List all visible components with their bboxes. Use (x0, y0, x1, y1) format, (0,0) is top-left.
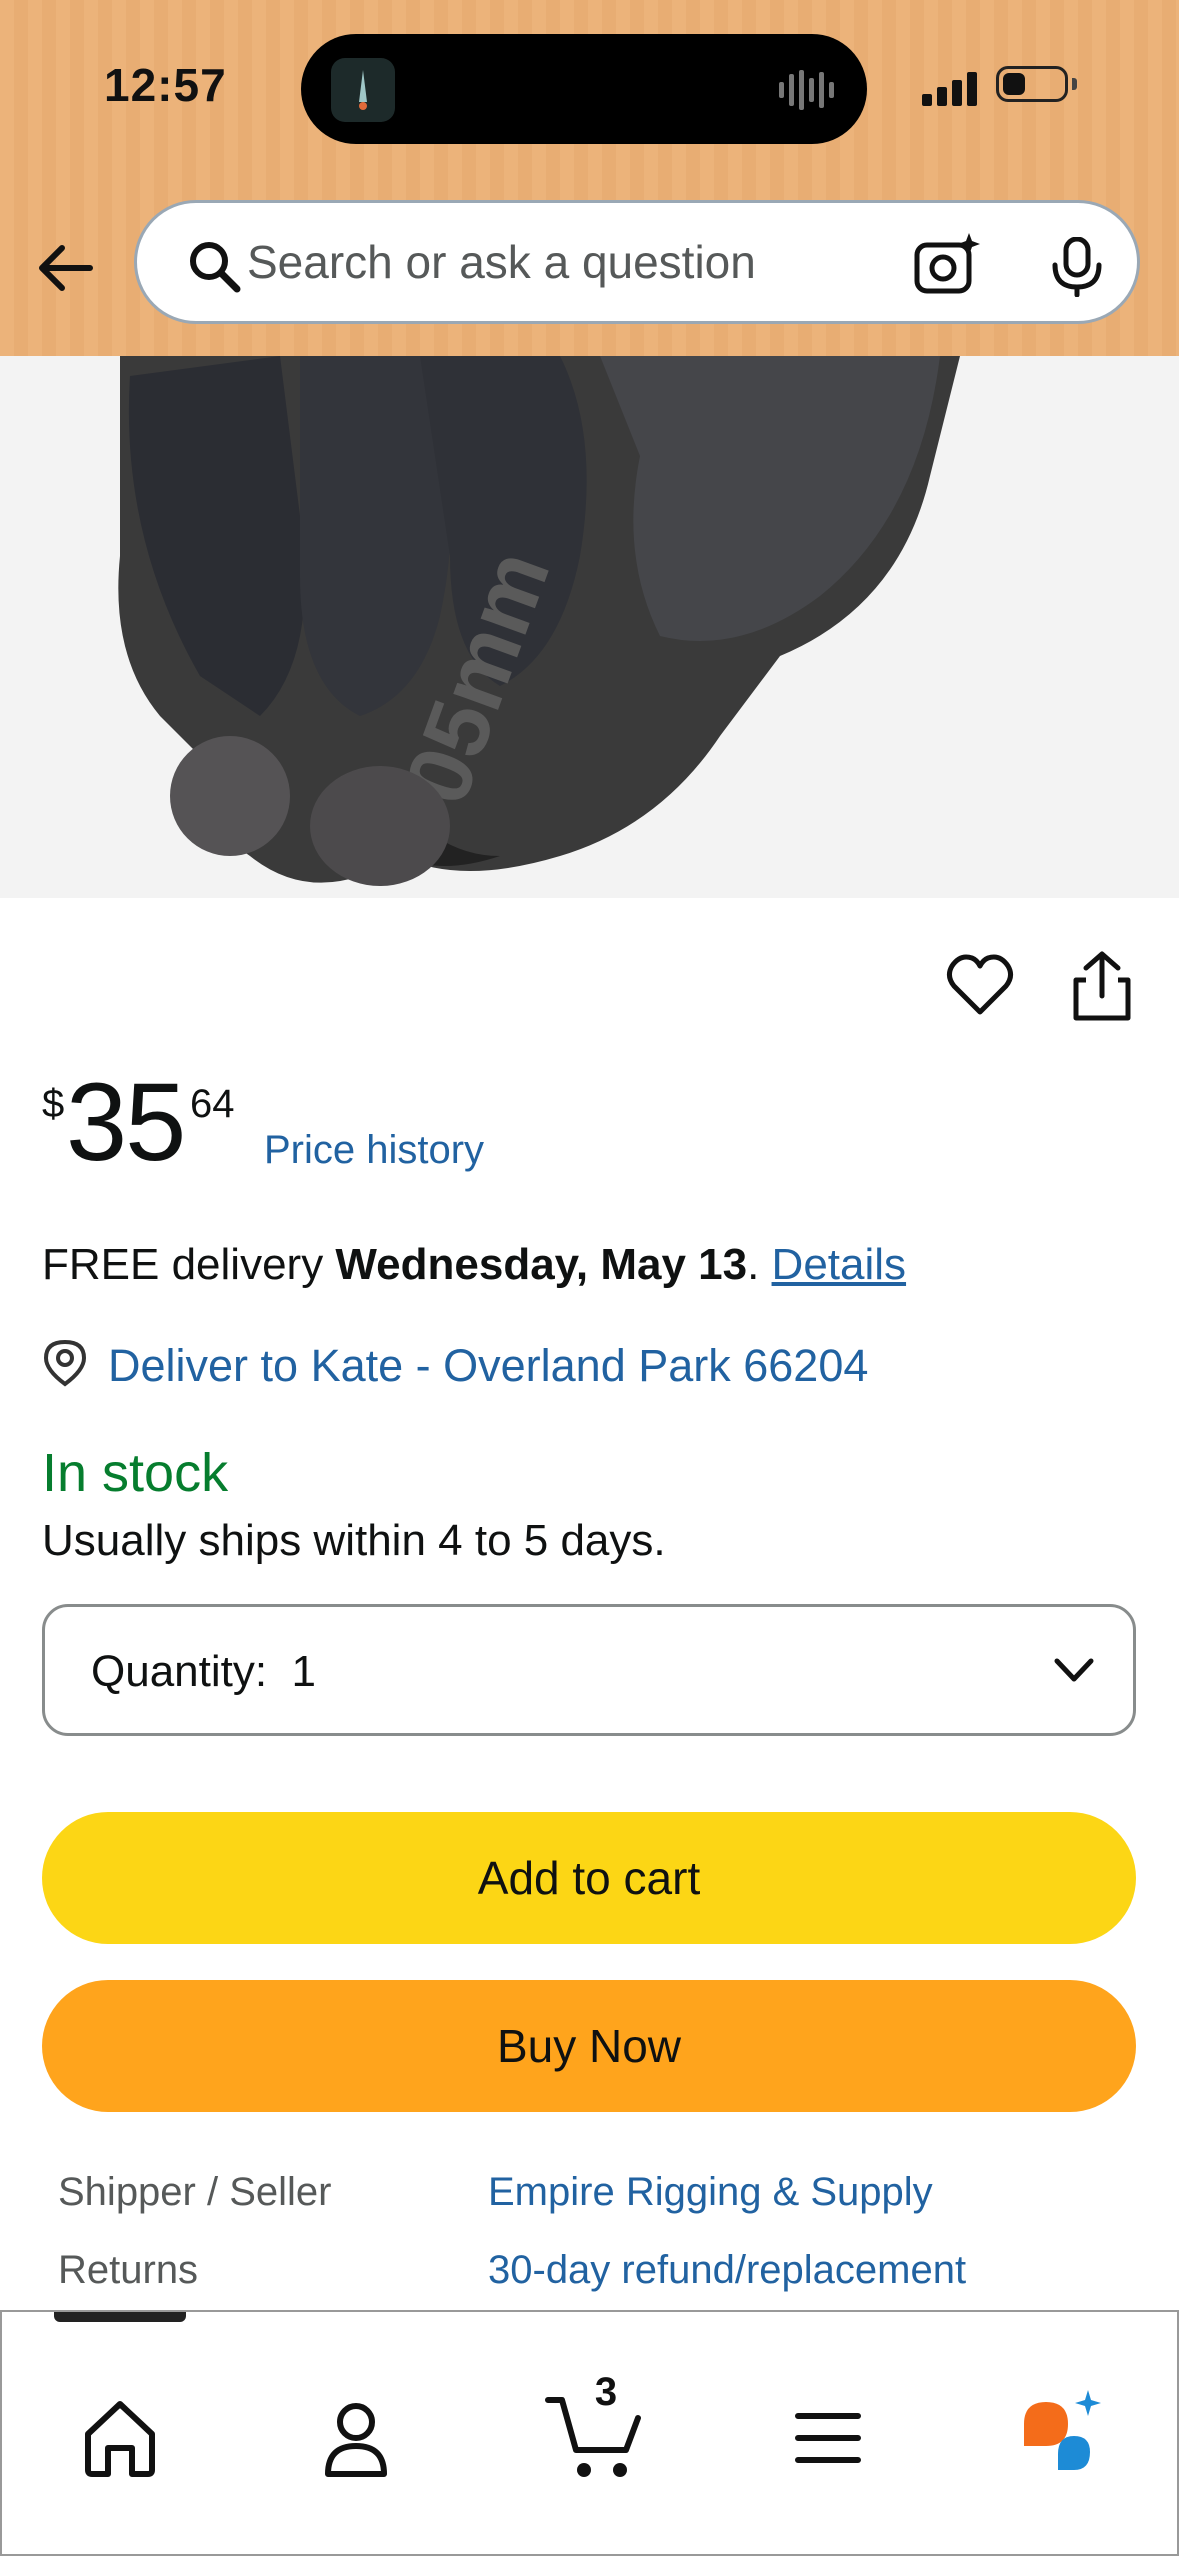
microphone-icon[interactable] (1049, 237, 1105, 297)
account-icon[interactable] (308, 2390, 404, 2486)
audio-wave-icon (779, 70, 834, 110)
returns-label: Returns (58, 2248, 199, 2292)
rufus-assistant-icon[interactable] (1014, 2384, 1110, 2480)
cart-count-badge: 3 (594, 2370, 618, 2414)
share-icon[interactable] (1070, 950, 1134, 1022)
island-app-icon (331, 58, 395, 122)
stock-status: In stock (42, 1443, 229, 1503)
header-bar: 12:57 (0, 0, 1179, 356)
price-whole: 35 (66, 1061, 186, 1184)
bottom-navigation: 3 (0, 2310, 1179, 2556)
search-icon (190, 242, 241, 293)
status-time: 12:57 (104, 59, 227, 111)
delivery-suffix: . (747, 1240, 772, 1289)
delivery-date: Wednesday, May 13 (335, 1240, 748, 1289)
delivery-info: FREE delivery Wednesday, May 13. Details (42, 1240, 906, 1290)
deliver-to-link[interactable]: Deliver to Kate - Overland Park 66204 (108, 1340, 868, 1392)
quantity-value: 1 (291, 1647, 317, 1696)
battery-level (1003, 73, 1025, 95)
dynamic-island (301, 34, 867, 144)
search-input[interactable] (247, 229, 887, 295)
battery-icon (996, 66, 1068, 102)
active-tab-indicator (54, 2312, 186, 2322)
back-arrow-icon[interactable] (34, 236, 98, 300)
battery-nub (1072, 78, 1077, 90)
delivery-details-link[interactable]: Details (772, 1240, 907, 1289)
camera-search-icon[interactable] (913, 231, 981, 297)
search-bar[interactable] (134, 200, 1140, 324)
buy-now-button[interactable]: Buy Now (42, 1980, 1136, 2112)
cart-button[interactable]: 3 (542, 2370, 652, 2490)
wishlist-heart-icon[interactable] (946, 952, 1014, 1020)
quantity-dropdown[interactable]: Quantity: 1 (42, 1604, 1136, 1736)
price-fraction: 64 (190, 1082, 235, 1126)
price-currency: $ (42, 1082, 65, 1126)
delivery-prefix: FREE delivery (42, 1240, 336, 1289)
glove-image: 05mm (0, 356, 1179, 898)
chevron-down-icon (1054, 1658, 1094, 1682)
quantity-label: Quantity: (91, 1647, 268, 1696)
shipping-note: Usually ships within 4 to 5 days. (42, 1516, 666, 1565)
home-icon[interactable] (72, 2390, 168, 2486)
location-pin-icon (43, 1339, 87, 1387)
shipper-seller-label: Shipper / Seller (58, 2170, 332, 2214)
returns-link[interactable]: 30-day refund/replacement (488, 2248, 966, 2293)
quantity-text: Quantity: 1 (91, 1647, 316, 1697)
signal-icon (922, 72, 977, 106)
product-image[interactable]: 05mm (0, 356, 1179, 898)
menu-icon[interactable] (780, 2390, 876, 2486)
add-to-cart-button[interactable]: Add to cart (42, 1812, 1136, 1944)
price-history-link[interactable]: Price history (264, 1128, 484, 1173)
seller-link[interactable]: Empire Rigging & Supply (488, 2170, 933, 2215)
